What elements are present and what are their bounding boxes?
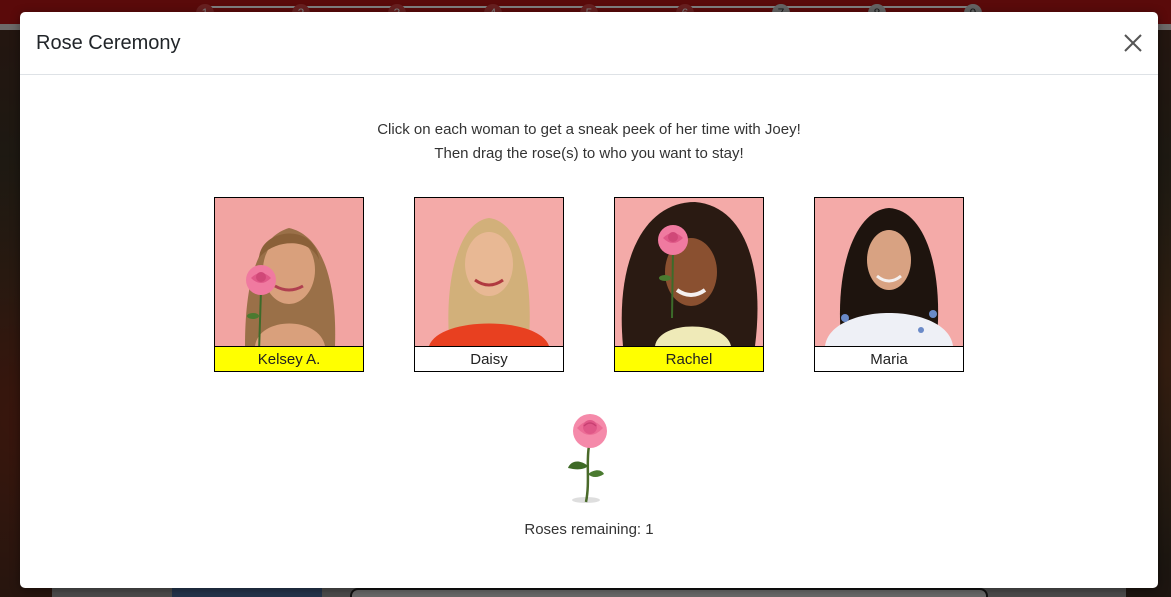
rose-icon xyxy=(246,265,276,346)
draggable-rose-icon[interactable] xyxy=(556,412,620,508)
contestant-name: Kelsey A. xyxy=(214,347,364,372)
rose-icon xyxy=(658,225,688,319)
instruction-line: Then drag the rose(s) to who you want to… xyxy=(434,145,744,162)
contestant-card[interactable]: Maria xyxy=(814,197,964,372)
instruction-line: Click on each woman to get a sneak peek … xyxy=(377,121,801,138)
modal-title: Rose Ceremony xyxy=(36,32,181,54)
close-icon xyxy=(1124,34,1142,52)
contestant-photo[interactable] xyxy=(614,197,764,347)
contestant-card[interactable]: Kelsey A. xyxy=(214,197,364,372)
contestant-list: Kelsey A. Daisy Rachel Maria xyxy=(214,197,965,373)
contestant-photo[interactable] xyxy=(414,197,564,347)
instructions: Click on each woman to get a sneak peek … xyxy=(20,118,1158,166)
contestant-name: Rachel xyxy=(614,347,764,372)
contestant-card[interactable]: Rachel xyxy=(614,197,764,372)
contestant-name: Maria xyxy=(814,347,964,372)
rose-ceremony-modal: Rose Ceremony Click on each woman to get… xyxy=(20,12,1158,588)
portrait-image xyxy=(215,198,363,346)
roses-remaining: Roses remaining: 1 xyxy=(524,521,654,538)
close-button[interactable] xyxy=(1122,32,1144,54)
modal-header: Rose Ceremony xyxy=(20,12,1158,75)
portrait-image xyxy=(815,198,963,346)
contestant-name: Daisy xyxy=(414,347,564,372)
portrait-image xyxy=(415,198,563,346)
contestant-card[interactable]: Daisy xyxy=(414,197,564,372)
contestant-photo[interactable] xyxy=(214,197,364,347)
contestant-photo[interactable] xyxy=(814,197,964,347)
